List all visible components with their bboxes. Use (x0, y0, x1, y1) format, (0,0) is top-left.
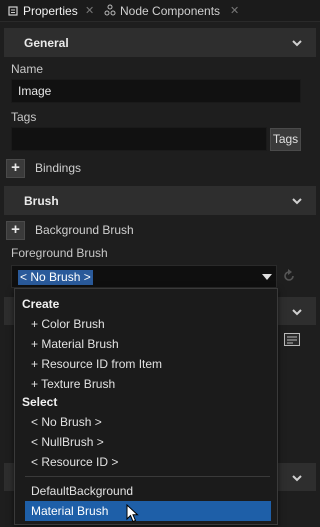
tags-field[interactable] (11, 127, 267, 151)
general-section-title: General (24, 36, 69, 50)
reset-icon[interactable] (282, 269, 296, 283)
menu-item-material-brush[interactable]: + Material Brush (16, 334, 276, 354)
mouse-cursor-icon (126, 504, 139, 523)
tags-button[interactable]: Tags (270, 128, 301, 151)
tab-node-components-label: Node Components (120, 4, 221, 18)
foreground-brush-value: < No Brush > (18, 270, 93, 285)
bindings-label: Bindings (35, 161, 82, 175)
menu-item-color-brush[interactable]: + Color Brush (16, 314, 276, 334)
chevron-down-icon[interactable] (292, 196, 302, 206)
caret-down-icon[interactable] (262, 274, 272, 280)
brush-dropdown-menu: Create + Color Brush + Material Brush + … (14, 288, 278, 525)
foreground-brush-combo[interactable]: < No Brush > (11, 265, 277, 288)
chevron-down-icon[interactable] (292, 38, 302, 48)
foreground-brush-label: Foreground Brush (11, 246, 108, 260)
chevron-down-icon[interactable] (292, 307, 302, 317)
tab-properties-label: Properties (23, 4, 78, 18)
brush-section-header[interactable]: Brush (4, 186, 316, 215)
name-label: Name (11, 62, 44, 76)
select-group-header: Select (22, 395, 58, 409)
add-background-brush-button[interactable]: + (6, 221, 25, 240)
general-section-header[interactable]: General (4, 28, 316, 57)
tab-properties[interactable]: Properties (4, 0, 94, 22)
properties-icon (8, 6, 18, 16)
close-node-components-tab-icon[interactable]: ✕ (230, 0, 239, 22)
chevron-down-icon[interactable] (292, 473, 302, 483)
name-field[interactable]: Image (11, 79, 301, 103)
menu-item-no-brush[interactable]: < No Brush > (16, 412, 276, 432)
background-brush-label: Background Brush (35, 223, 134, 237)
create-group-header: Create (22, 297, 60, 311)
menu-item-null-brush[interactable]: < NullBrush > (16, 432, 276, 452)
tags-label: Tags (11, 110, 37, 124)
menu-item-default-background[interactable]: DefaultBackground (16, 481, 276, 501)
menu-item-resource-id-from-item[interactable]: + Resource ID from Item (16, 354, 276, 374)
add-binding-button[interactable]: + (6, 159, 25, 178)
menu-separator (25, 476, 270, 477)
close-properties-tab-icon[interactable]: ✕ (85, 0, 94, 22)
brush-section-title: Brush (24, 194, 59, 208)
menu-item-material-brush-resource[interactable]: Material Brush (25, 501, 271, 521)
menu-item-resource-id[interactable]: < Resource ID > (16, 452, 276, 472)
tab-node-components[interactable]: Node Components (102, 0, 230, 22)
node-components-icon (104, 4, 116, 16)
menu-item-texture-brush[interactable]: + Texture Brush (16, 374, 276, 394)
panel-tab-bar: Properties ✕ Node Components ✕ (0, 0, 320, 22)
card-icon[interactable] (284, 333, 300, 346)
